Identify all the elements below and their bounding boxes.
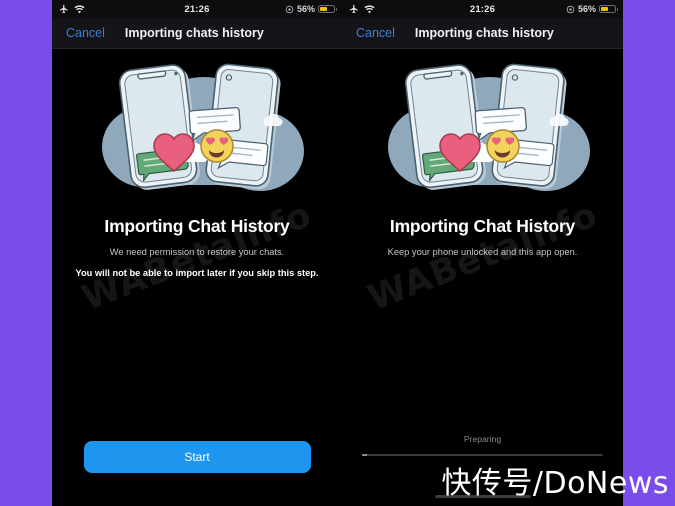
page-title: Importing chats history (414, 26, 554, 40)
screen-content: WABetaInfo (52, 49, 342, 505)
battery-icon (318, 4, 337, 14)
cancel-button[interactable]: Cancel (66, 26, 105, 40)
status-bar: 21:26 56% (342, 0, 623, 18)
nav-bar: Cancel Importing chats history (52, 18, 342, 49)
screen-content: WABetaInfo (342, 49, 623, 505)
start-button[interactable]: Start (83, 441, 311, 473)
phone-screen-progress: 21:26 56% Cancel Importing chats history… (342, 0, 623, 506)
skip-warning-text: You will not be able to import later if … (75, 268, 319, 278)
battery-percent-label: 56% (296, 4, 315, 14)
nav-bar: Cancel Importing chats history (342, 18, 623, 49)
airplane-mode-icon (349, 4, 359, 14)
screen-subtitle: Keep your phone unlocked and this app op… (387, 247, 578, 257)
screen-subtitle: We need permission to restore your chats… (109, 247, 285, 257)
wifi-icon (74, 4, 85, 14)
donews-watermark: 快传号/DoNews (441, 466, 669, 501)
cancel-button[interactable]: Cancel (356, 26, 395, 40)
status-bar-right: 56% (285, 4, 337, 14)
screen-heading: Importing Chat History (389, 216, 576, 236)
wifi-icon (364, 4, 375, 14)
page-title: Importing chats history (124, 26, 264, 40)
screen-heading: Importing Chat History (104, 216, 290, 236)
low-power-icon (285, 5, 294, 14)
wabetainfo-watermark: WABetaInfo (362, 194, 603, 320)
import-progress: Preparing (362, 434, 603, 456)
wabetainfo-watermark: WABetaInfo (76, 194, 318, 320)
screenshot-canvas: 21:26 56% Cancel Importing chats history… (0, 0, 675, 506)
status-bar: 21:26 56% (52, 0, 342, 18)
low-power-icon (566, 5, 575, 14)
status-bar-left (59, 4, 85, 14)
progress-bar-fill (362, 454, 367, 456)
phone-screenshots-pair: 21:26 56% Cancel Importing chats history… (52, 0, 623, 506)
chat-transfer-illustration (82, 55, 312, 212)
progress-status-label: Preparing (463, 434, 502, 445)
airplane-mode-icon (59, 4, 69, 14)
status-bar-right: 56% (566, 4, 618, 14)
battery-percent-label: 56% (577, 4, 596, 14)
phone-screen-permission: 21:26 56% Cancel Importing chats history… (52, 0, 342, 506)
status-bar-left (349, 4, 375, 14)
chat-transfer-illustration (368, 55, 598, 212)
battery-icon (599, 4, 618, 14)
progress-bar-track (362, 454, 603, 456)
